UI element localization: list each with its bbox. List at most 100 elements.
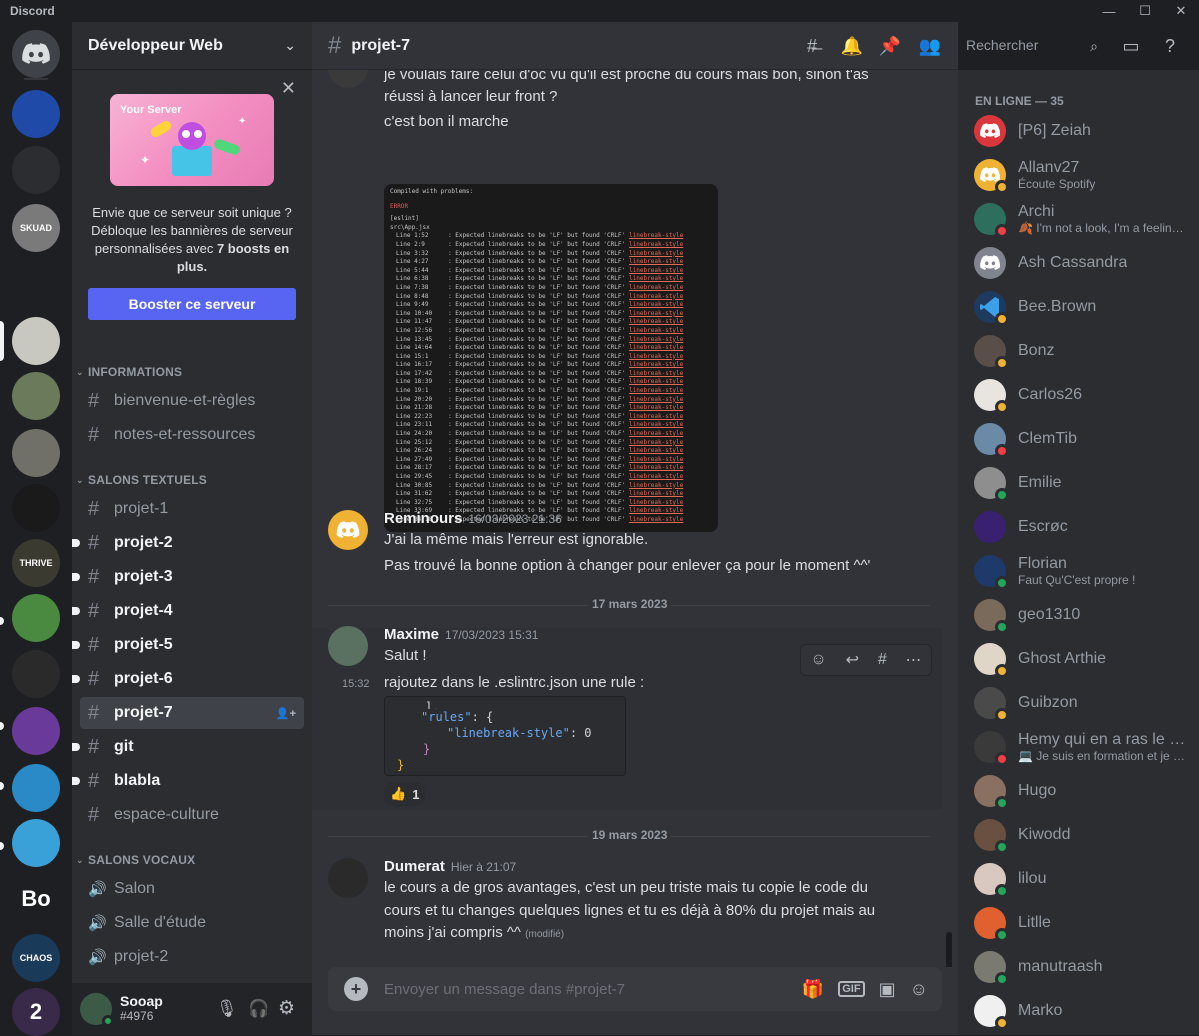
member-item[interactable]: Florian Faut Qu'C'est propre ! xyxy=(974,549,1194,593)
server-icon[interactable]: Bo xyxy=(12,875,60,923)
channel-item[interactable]: # projet-7 👤+ xyxy=(80,697,304,729)
member-item[interactable]: [P6] Zeiah xyxy=(974,109,1194,153)
channel-item[interactable]: # blabla xyxy=(72,765,304,797)
member-item[interactable]: Escrøc xyxy=(974,505,1194,549)
server-icon[interactable] xyxy=(12,90,60,138)
member-item[interactable]: Archi 🍂 I'm not a look, I'm a feeling... xyxy=(974,197,1194,241)
more-icon[interactable]: ⋯ xyxy=(906,650,922,670)
channel-item[interactable]: # projet-3 xyxy=(72,561,304,593)
member-item[interactable]: Hemy qui en a ras le c... 💻 Je suis en fo… xyxy=(974,725,1194,769)
microphone-icon[interactable]: 🎙 xyxy=(216,999,238,1019)
author-name[interactable]: Reminours xyxy=(384,510,462,527)
category-header[interactable]: ⌄ SALONS VOCAUX xyxy=(76,850,195,870)
boost-button[interactable]: Booster ce serveur xyxy=(88,288,296,320)
sticker-icon[interactable]: ▣ xyxy=(879,979,896,1000)
member-item[interactable]: Guibzon xyxy=(974,681,1194,725)
channel-item[interactable]: # projet-6 xyxy=(72,663,304,695)
member-item[interactable]: Bee.Brown xyxy=(974,285,1194,329)
reaction-button[interactable]: 👍 1 xyxy=(384,782,426,806)
status-online-icon xyxy=(102,1015,114,1027)
channel-item[interactable]: # bienvenue-et-règles xyxy=(80,385,304,417)
channel-item[interactable]: 🔊 Salon xyxy=(80,873,304,905)
emoji-icon[interactable]: ☺ xyxy=(910,979,928,1000)
avatar[interactable] xyxy=(328,626,368,666)
server-icon[interactable]: THRIVE xyxy=(12,539,60,587)
server-header[interactable]: Développeur Web ⌄ xyxy=(72,22,312,70)
user-info[interactable]: Sooap #4976 xyxy=(120,994,163,1024)
gift-icon[interactable]: 🎁 xyxy=(802,979,824,1000)
server-icon[interactable] xyxy=(12,484,60,532)
channel-item[interactable]: # notes-et-ressources xyxy=(80,419,304,451)
inbox-icon[interactable]: ▭ xyxy=(1119,34,1143,58)
threads-icon[interactable]: #̶ xyxy=(800,34,824,58)
member-item[interactable]: manutraash xyxy=(974,945,1194,989)
avatar[interactable] xyxy=(328,510,368,550)
maximize-icon[interactable]: ☐ xyxy=(1127,0,1163,22)
server-icon[interactable] xyxy=(12,594,60,642)
author-name[interactable]: Dumerat xyxy=(384,858,445,875)
member-item[interactable]: Bonz xyxy=(974,329,1194,373)
channel-item[interactable]: # projet-5 xyxy=(72,629,304,661)
member-list-icon[interactable]: 👥 xyxy=(918,34,942,58)
member-item[interactable]: Kiwodd xyxy=(974,813,1194,857)
member-item[interactable]: Marko xyxy=(974,989,1194,1033)
channel-item[interactable]: 🔊 projet-2 xyxy=(80,941,304,973)
member-item[interactable]: Ghost Arthie xyxy=(974,637,1194,681)
server-icon[interactable]: SKUAD xyxy=(12,204,60,252)
member-item[interactable]: Allanv27 Écoute Spotify xyxy=(974,153,1194,197)
error-line-rule: linebreak-style xyxy=(629,266,684,274)
create-thread-icon[interactable]: # xyxy=(878,651,887,669)
server-icon[interactable] xyxy=(12,819,60,867)
server-icon[interactable] xyxy=(12,146,60,194)
bell-icon[interactable]: 🔔 xyxy=(840,34,864,58)
status-online-icon xyxy=(995,884,1009,898)
home-button[interactable] xyxy=(12,30,60,78)
server-icon[interactable]: 2 xyxy=(12,988,60,1036)
member-item[interactable]: Hugo xyxy=(974,769,1194,813)
channel-item[interactable]: 🔊 Salle d'étude xyxy=(80,907,304,939)
server-icon[interactable] xyxy=(12,317,60,365)
server-icon[interactable] xyxy=(12,650,60,698)
server-icon[interactable]: CHAOS xyxy=(12,934,60,982)
channel-item[interactable]: # espace-culture xyxy=(80,799,304,831)
gear-icon[interactable]: ⚙ xyxy=(278,997,295,1020)
server-icon[interactable] xyxy=(12,764,60,812)
add-reaction-icon[interactable]: ☺ xyxy=(810,651,826,669)
avatar[interactable] xyxy=(80,993,114,1027)
avatar[interactable] xyxy=(328,70,368,88)
server-icon[interactable] xyxy=(12,372,60,420)
category-header[interactable]: ⌄ INFORMATIONS xyxy=(76,362,182,382)
channel-item[interactable]: # projet-1 xyxy=(80,493,304,525)
member-item[interactable]: ClemTib xyxy=(974,417,1194,461)
member-item[interactable]: Carlos26 xyxy=(974,373,1194,417)
message-input[interactable]: Envoyer un message dans #projet-7 xyxy=(384,981,802,998)
scrollbar[interactable] xyxy=(946,932,952,967)
add-attachment-icon[interactable]: + xyxy=(344,977,368,1001)
member-item[interactable]: Emilie xyxy=(974,461,1194,505)
server-icon[interactable] xyxy=(12,260,60,308)
server-icon[interactable] xyxy=(12,707,60,755)
help-icon[interactable]: ? xyxy=(1158,34,1182,58)
headphones-icon[interactable]: 🎧 xyxy=(248,999,269,1019)
reply-icon[interactable]: ↩ xyxy=(846,650,859,670)
server-icon[interactable] xyxy=(12,429,60,477)
channel-item[interactable]: # projet-4 xyxy=(72,595,304,627)
channel-item[interactable]: # projet-2 xyxy=(72,527,304,559)
invite-icon[interactable]: 👤+ xyxy=(276,707,296,720)
avatar[interactable] xyxy=(328,858,368,898)
close-window-icon[interactable]: ✕ xyxy=(1163,0,1199,22)
member-item[interactable]: geo1310 xyxy=(974,593,1194,637)
member-item[interactable]: Litlle xyxy=(974,901,1194,945)
member-item[interactable]: lilou xyxy=(974,857,1194,901)
status-online-icon xyxy=(995,840,1009,854)
error-line-number: 15:1 xyxy=(414,352,429,360)
minimize-icon[interactable]: — xyxy=(1091,0,1127,22)
channel-item[interactable]: # git xyxy=(72,731,304,763)
error-screenshot-image[interactable]: Compiled with problems: ERROR [eslint] src\… xyxy=(384,184,718,532)
member-item[interactable]: Ash Cassandra xyxy=(974,241,1194,285)
close-icon[interactable]: ✕ xyxy=(281,78,296,99)
author-name[interactable]: Maxime xyxy=(384,626,439,643)
gif-icon[interactable]: GIF xyxy=(838,981,865,997)
category-header[interactable]: ⌄ SALONS TEXTUELS xyxy=(76,470,207,490)
pin-icon[interactable]: 📌 xyxy=(878,34,902,58)
